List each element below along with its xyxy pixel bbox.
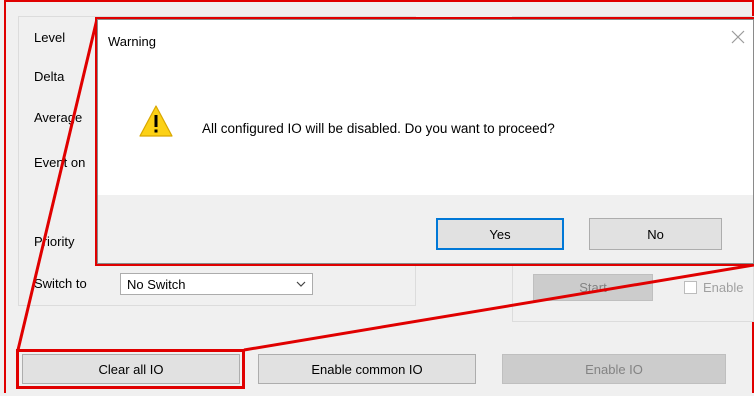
- enable-checkbox-label: Enable: [703, 280, 744, 295]
- average-label: Average: [34, 110, 83, 125]
- switch-to-dropdown[interactable]: No Switch: [120, 273, 313, 295]
- enable-io-button[interactable]: Enable IO: [502, 354, 726, 384]
- no-button[interactable]: No: [589, 218, 722, 250]
- clear-all-io-highlight: [16, 349, 245, 389]
- start-button-label: Start: [579, 280, 607, 295]
- delta-label: Delta: [34, 69, 65, 84]
- warning-dialog: Warning All configured IO will be disabl…: [97, 19, 754, 264]
- dialog-footer: Yes No: [98, 195, 753, 263]
- yes-button-label: Yes: [489, 226, 511, 242]
- start-button[interactable]: Start: [533, 274, 653, 301]
- enable-io-label: Enable IO: [585, 361, 643, 377]
- yes-button[interactable]: Yes: [436, 218, 564, 250]
- no-button-label: No: [647, 226, 664, 242]
- dialog-message: All configured IO will be disabled. Do y…: [202, 121, 555, 136]
- event-label: Event on: [34, 155, 86, 170]
- close-icon[interactable]: [731, 30, 745, 44]
- warning-icon: [139, 105, 173, 137]
- enable-common-io-label: Enable common IO: [311, 361, 423, 377]
- chevron-down-icon: [296, 281, 306, 287]
- dialog-title: Warning: [108, 34, 156, 49]
- enable-common-io-button[interactable]: Enable common IO: [258, 354, 476, 384]
- switch-to-value: No Switch: [127, 277, 186, 292]
- switch-to-label: Switch to: [34, 276, 87, 291]
- level-label: Level: [34, 30, 66, 45]
- enable-checkbox[interactable]: [684, 281, 697, 294]
- priority-label: Priority: [34, 234, 75, 249]
